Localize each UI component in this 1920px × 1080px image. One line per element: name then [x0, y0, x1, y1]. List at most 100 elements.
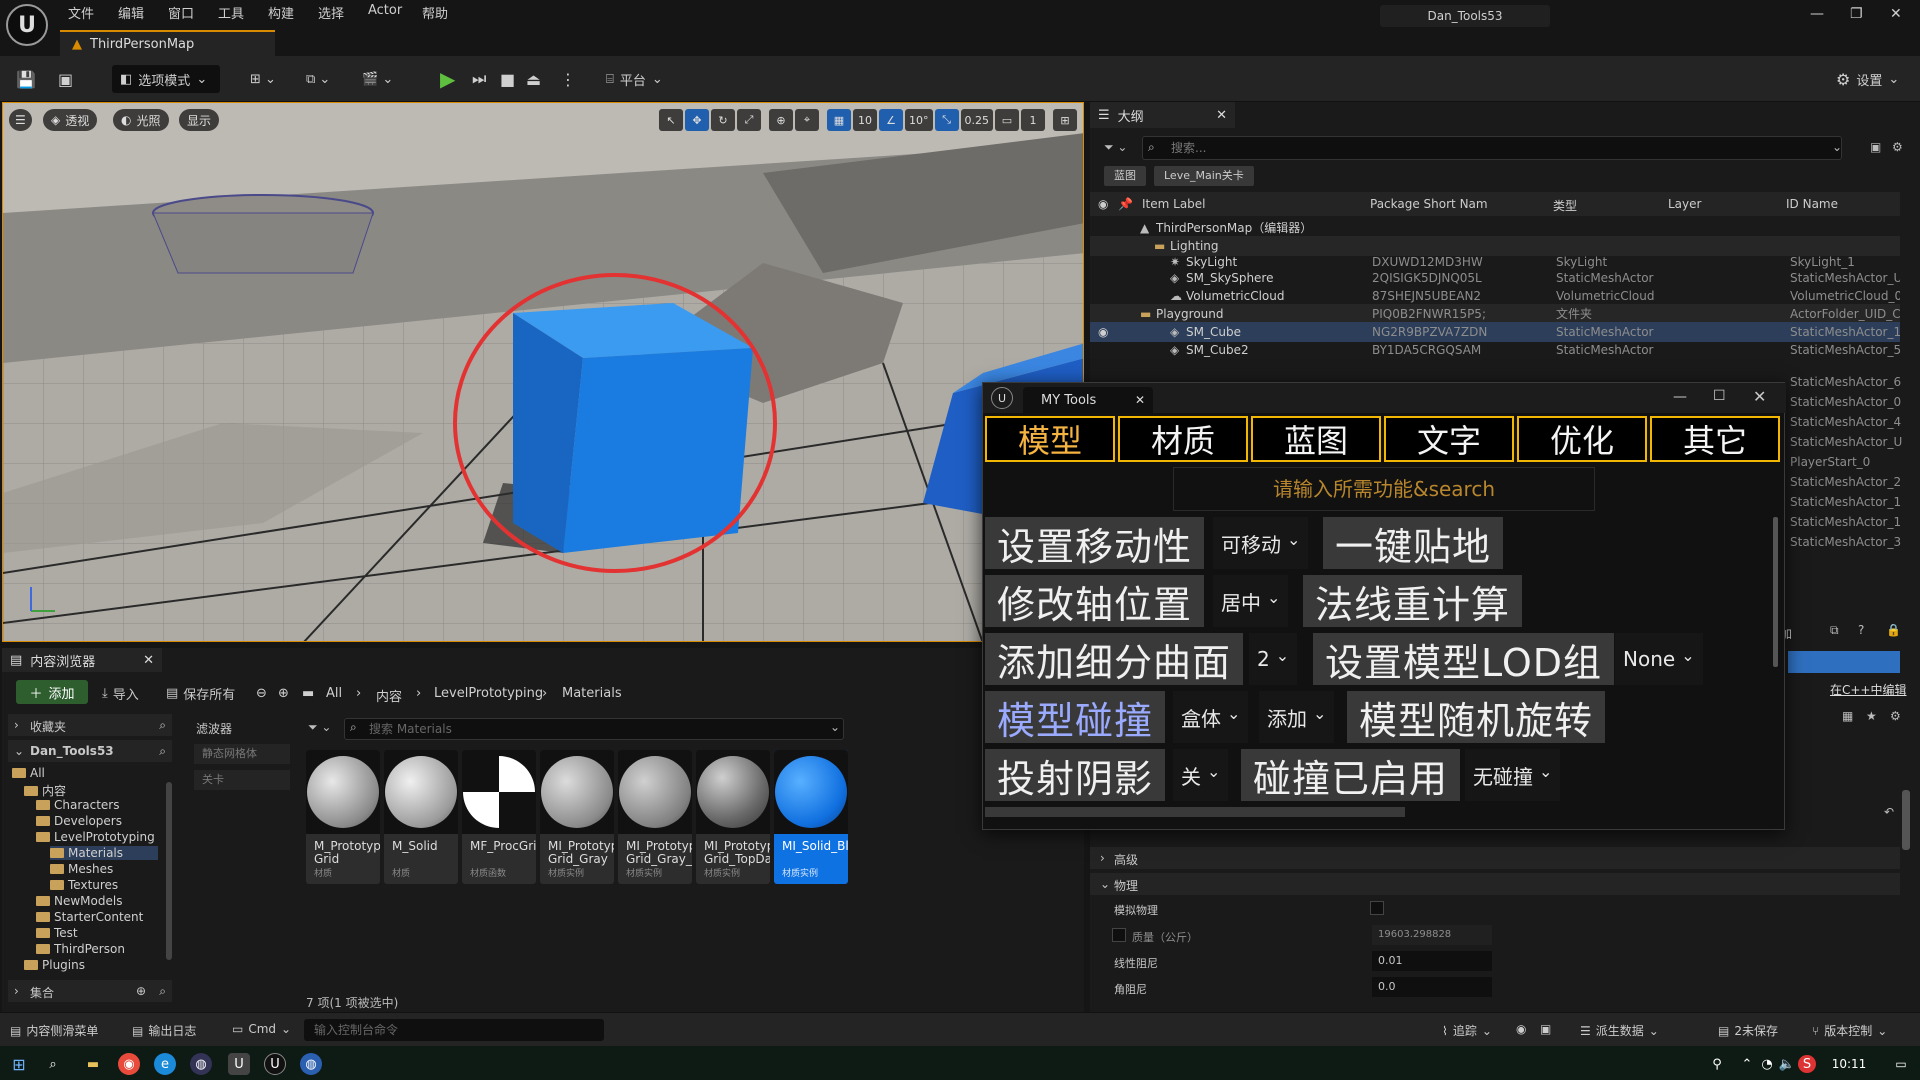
- tree-folder[interactable]: Developers: [36, 814, 122, 828]
- close-icon[interactable]: ✕: [1890, 6, 1902, 22]
- add-circle-icon[interactable]: ⊕: [136, 984, 146, 998]
- clock[interactable]: 10:11: [1822, 1053, 1876, 1075]
- rotate-icon[interactable]: ↻: [711, 109, 735, 131]
- unsaved-button[interactable]: ▤ 2未保存: [1718, 1022, 1778, 1039]
- pivot-dropdown[interactable]: 居中: [1213, 575, 1289, 627]
- outliner-row[interactable]: ◈ SM_Cube2 BY1DA5CRGQSAM StaticMeshActor Sta…: [1090, 340, 1900, 360]
- edit-cpp-link[interactable]: 在C++中编辑: [1830, 681, 1907, 698]
- search-icon[interactable]: ⌕: [159, 744, 166, 759]
- mode-select-button[interactable]: ◧ 选项模式 ⌄: [112, 65, 220, 93]
- collections-header[interactable]: › 集合 ⊕ ⌕: [8, 980, 172, 1002]
- tree-folder[interactable]: Test: [36, 926, 78, 940]
- asset-tile[interactable]: MI_Prototype Grid_TopDark 材质实例: [696, 750, 770, 884]
- input-method-icon[interactable]: S: [1798, 1055, 1816, 1073]
- outliner-row[interactable]: ▬ Playground PIQ0B2FNWR15P5; 文件夹 ActorFolder…: [1090, 304, 1900, 324]
- app-icon[interactable]: ◍: [190, 1053, 212, 1075]
- filter-icon[interactable]: ⏷ ⌄: [308, 720, 331, 735]
- lod-dropdown[interactable]: None: [1615, 633, 1703, 685]
- category-tab[interactable]: 优化: [1517, 416, 1647, 462]
- chip-level[interactable]: Leve_Main关卡: [1154, 166, 1254, 186]
- edge-icon[interactable]: e: [154, 1053, 176, 1075]
- rotation-snap-value[interactable]: 10°: [905, 109, 933, 131]
- show-button[interactable]: 显示: [179, 109, 220, 131]
- tree-folder[interactable]: Plugins: [24, 958, 85, 972]
- random-rotation-button[interactable]: 模型随机旋转: [1347, 691, 1606, 743]
- source-control-button[interactable]: ⑂ 版本控制 ⌄: [1812, 1022, 1887, 1039]
- outliner-row[interactable]: ▲ ThirdPersonMap（编辑器）: [1090, 218, 1900, 238]
- output-log-button[interactable]: ▤ 输出日志: [132, 1022, 196, 1039]
- chevron-down-icon[interactable]: ⌄: [1832, 140, 1842, 154]
- collision-enabled-button[interactable]: 碰撞已启用: [1241, 749, 1461, 801]
- asset-tile[interactable]: MI_Prototype Grid_Gray 材质实例: [540, 750, 614, 884]
- mobility-dropdown[interactable]: 可移动: [1213, 517, 1309, 569]
- category-tab[interactable]: 文字: [1384, 416, 1514, 462]
- volume-icon[interactable]: 🔈: [1776, 1053, 1798, 1075]
- tree-folder[interactable]: 内容: [24, 782, 66, 799]
- model-collision-button[interactable]: 模型碰撞: [985, 691, 1166, 743]
- browse-icon[interactable]: ▣: [58, 65, 73, 93]
- cast-shadow-button[interactable]: 投射阴影: [985, 749, 1166, 801]
- eject-icon[interactable]: ⏏: [526, 65, 541, 93]
- surface-snap-icon[interactable]: ⌖: [795, 109, 819, 131]
- asset-search-input[interactable]: 搜索 Materials: [344, 718, 844, 740]
- section-advanced[interactable]: › 高级: [1090, 847, 1900, 869]
- console-command-input[interactable]: 输入控制台命令: [304, 1019, 604, 1041]
- notification-icon[interactable]: ▭: [1890, 1053, 1912, 1075]
- grid-icon[interactable]: ▦: [1842, 709, 1853, 723]
- asset-tile[interactable]: MI_Prototype Grid_Gray_02 材质实例: [618, 750, 692, 884]
- project-header[interactable]: ⌄ Dan_Tools53 ⌕: [8, 740, 172, 762]
- breadcrumb-all[interactable]: All: [326, 686, 342, 701]
- grid-snap-value[interactable]: 10: [853, 109, 877, 131]
- set-lod-group-button[interactable]: 设置模型LOD组: [1313, 633, 1614, 685]
- menu-help[interactable]: 帮助: [422, 3, 448, 22]
- tree-folder[interactable]: NewModels: [36, 894, 122, 908]
- menu-actor[interactable]: Actor: [368, 3, 402, 18]
- level-viewport[interactable]: ☰ ◈ 透视 ◐ 光照 显示 ↖ ✥ ↻ ⤢ ⊕ ⌖ ▦ 10 ∠ 10° ⤡ …: [2, 102, 1084, 642]
- filter-icon[interactable]: ⏷ ⌄: [1104, 140, 1127, 155]
- minimize-icon[interactable]: —: [1673, 389, 1687, 405]
- more-options-icon[interactable]: ⋮: [560, 65, 576, 93]
- collision-enabled-dropdown[interactable]: 无碰撞: [1465, 749, 1561, 801]
- record-icon[interactable]: ◉: [1516, 1022, 1526, 1036]
- hierarchy-icon[interactable]: ⧉: [1830, 623, 1839, 638]
- menu-tools[interactable]: 工具: [218, 3, 244, 22]
- windows-start-icon[interactable]: ⊞: [8, 1053, 30, 1075]
- tree-folder[interactable]: ThirdPerson: [36, 942, 125, 956]
- close-icon[interactable]: ✕: [1753, 387, 1766, 406]
- save-icon[interactable]: 💾: [16, 65, 36, 93]
- asset-tile[interactable]: M_Prototype Grid 材质: [306, 750, 380, 884]
- outliner-row[interactable]: ◈ SM_SkySphere 2QISIGK5DJNQ05L StaticMeshAc…: [1090, 268, 1900, 288]
- eye-icon[interactable]: ◉: [1098, 322, 1108, 342]
- asset-tile[interactable]: M_Solid 材质: [384, 750, 458, 884]
- lock-icon[interactable]: 🔒: [1886, 623, 1901, 637]
- settings-button[interactable]: ⚙ 设置 ⌄: [1836, 65, 1899, 93]
- unreal-logo-icon[interactable]: U: [6, 4, 48, 46]
- star-icon[interactable]: ★: [1866, 709, 1877, 723]
- forward-icon[interactable]: ⊕: [278, 686, 289, 701]
- chevron-down-icon[interactable]: ⌄: [830, 720, 840, 734]
- scale-snap-value[interactable]: 0.25: [960, 109, 993, 131]
- snap-to-floor-button[interactable]: 一键贴地: [1323, 517, 1504, 569]
- play-icon[interactable]: ▶: [440, 65, 455, 93]
- collision-action-dropdown[interactable]: 添加: [1259, 691, 1335, 743]
- outliner-search-input[interactable]: 搜索...: [1142, 136, 1842, 160]
- chrome-icon[interactable]: ◉: [118, 1053, 140, 1075]
- move-icon[interactable]: ✥: [685, 109, 709, 131]
- scale-icon[interactable]: ⤢: [737, 109, 761, 131]
- category-tab[interactable]: 其它: [1650, 416, 1780, 462]
- angular-damping-field[interactable]: 0.0: [1372, 977, 1492, 997]
- tree-scrollbar[interactable]: [166, 782, 172, 960]
- selected-component[interactable]: [1788, 651, 1900, 673]
- screenshot-icon[interactable]: ▣: [1540, 1022, 1551, 1036]
- menu-file[interactable]: 文件: [68, 3, 94, 22]
- derived-data-button[interactable]: ☰ 派生数据 ⌄: [1580, 1022, 1659, 1039]
- layout-icon[interactable]: ⊞: [1053, 109, 1077, 131]
- gear-icon[interactable]: ⚙: [1890, 709, 1901, 723]
- breadcrumb-content[interactable]: 内容: [376, 686, 402, 705]
- lighting-button[interactable]: ◐ 光照: [113, 109, 169, 131]
- chip-blueprint[interactable]: 蓝图: [1104, 166, 1146, 186]
- tree-folder[interactable]: StarterContent: [36, 910, 143, 924]
- import-button[interactable]: ⤓ 导入: [102, 684, 139, 703]
- collision-shape-dropdown[interactable]: 盒体: [1173, 691, 1249, 743]
- column-package[interactable]: Package Short Nam: [1370, 197, 1488, 211]
